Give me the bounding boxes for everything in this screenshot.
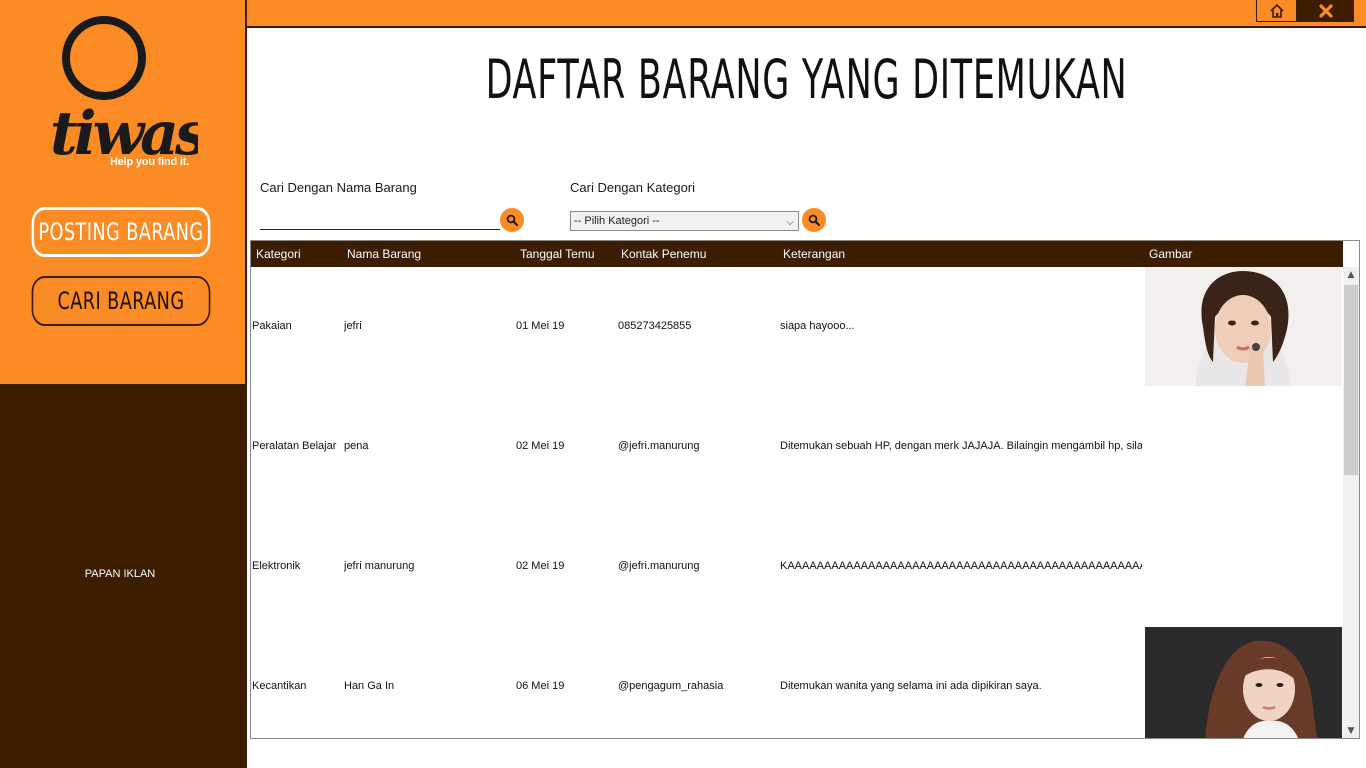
column-tanggal-temu[interactable]: Tanggal Temu <box>520 247 595 261</box>
table-header: Kategori Nama Barang Tanggal Temu Kontak… <box>251 241 1343 267</box>
cell-kontak: @jefri.manurung <box>618 560 700 572</box>
cell-keterangan: Ditemukan wanita yang selama ini ada dip… <box>780 680 1042 692</box>
home-icon <box>1269 3 1284 18</box>
page-title: DAFTAR BARANG YANG DITEMUKAN <box>485 48 1128 111</box>
cell-kategori: Peralatan Belajar <box>252 440 337 452</box>
cell-keterangan: KAAAAAAAAAAAAAAAAAAAAAAAAAAAAAAAAAAAAAAA… <box>780 560 1142 572</box>
scroll-down-icon[interactable]: ▼ <box>1343 723 1359 738</box>
logo-tagline: Help you find it. <box>110 156 190 168</box>
name-search-input[interactable] <box>260 209 500 230</box>
cell-kategori: Kecantikan <box>252 680 307 692</box>
column-keterangan[interactable]: Keterangan <box>783 247 845 261</box>
cell-kontak: @jefri.manurung <box>618 440 700 452</box>
item-photo <box>1145 267 1342 386</box>
cell-nama: pena <box>344 440 369 452</box>
cell-kontak: 085273425855 <box>618 320 692 332</box>
cell-nama: jefri manurung <box>344 560 415 572</box>
table-row[interactable]: Peralatan Belajar pena 02 Mei 19 @jefri.… <box>251 387 1343 507</box>
close-icon <box>1318 4 1333 18</box>
cell-tanggal: 02 Mei 19 <box>516 560 565 572</box>
chevron-down-icon: ⌵ <box>786 217 794 228</box>
column-kontak-penemu[interactable]: Kontak Penemu <box>621 247 706 261</box>
category-search-button[interactable] <box>802 208 826 232</box>
item-photo <box>1145 627 1342 738</box>
cell-keterangan: Ditemukan sebuah HP, dengan merk JAJAJA.… <box>780 440 1142 452</box>
search-icon <box>808 214 820 226</box>
tiwas-logo: tiwas <box>50 16 198 169</box>
cell-tanggal: 02 Mei 19 <box>516 440 565 452</box>
column-kategori[interactable]: Kategori <box>256 247 301 261</box>
found-items-table: Kategori Nama Barang Tanggal Temu Kontak… <box>250 240 1360 739</box>
top-bar <box>245 0 1366 28</box>
cell-nama: jefri <box>344 320 362 332</box>
table-row[interactable]: Kecantikan Han Ga In 06 Mei 19 @pengagum… <box>251 627 1343 738</box>
cell-nama: Han Ga In <box>344 680 395 692</box>
name-search-label: Cari Dengan Nama Barang <box>260 180 417 195</box>
cell-kategori: Elektronik <box>252 560 301 572</box>
scrollbar-thumb[interactable] <box>1344 285 1358 475</box>
sidebar-divider <box>245 0 247 768</box>
name-search-button[interactable] <box>500 208 524 232</box>
scroll-up-icon[interactable]: ▲ <box>1343 267 1359 283</box>
posting-barang-button[interactable]: POSTING BARANG <box>31 207 211 257</box>
table-row[interactable]: Elektronik jefri manurung 02 Mei 19 @jef… <box>251 507 1343 627</box>
table-scrollbar[interactable]: ▲ ▼ <box>1343 267 1359 738</box>
cari-barang-button[interactable]: CARI BARANG <box>31 276 211 326</box>
cell-kontak: @pengagum_rahasia <box>618 680 724 692</box>
cell-tanggal: 01 Mei 19 <box>516 320 565 332</box>
category-select-value: -- Pilih Kategori -- <box>574 215 660 227</box>
category-select[interactable]: -- Pilih Kategori -- ⌵ <box>570 211 799 231</box>
ad-label: PAPAN IKLAN <box>84 568 156 580</box>
cell-tanggal: 06 Mei 19 <box>516 680 565 692</box>
category-search-label: Cari Dengan Kategori <box>570 180 696 195</box>
column-gambar[interactable]: Gambar <box>1149 247 1192 261</box>
cell-keterangan: siapa hayooo... <box>780 320 855 332</box>
table-row[interactable]: Pakaian jefri 01 Mei 19 085273425855 sia… <box>251 267 1343 387</box>
cell-kategori: Pakaian <box>252 320 292 332</box>
close-button[interactable] <box>1297 0 1354 22</box>
search-icon <box>506 214 518 226</box>
home-button[interactable] <box>1256 0 1297 22</box>
column-nama-barang[interactable]: Nama Barang <box>347 247 421 261</box>
